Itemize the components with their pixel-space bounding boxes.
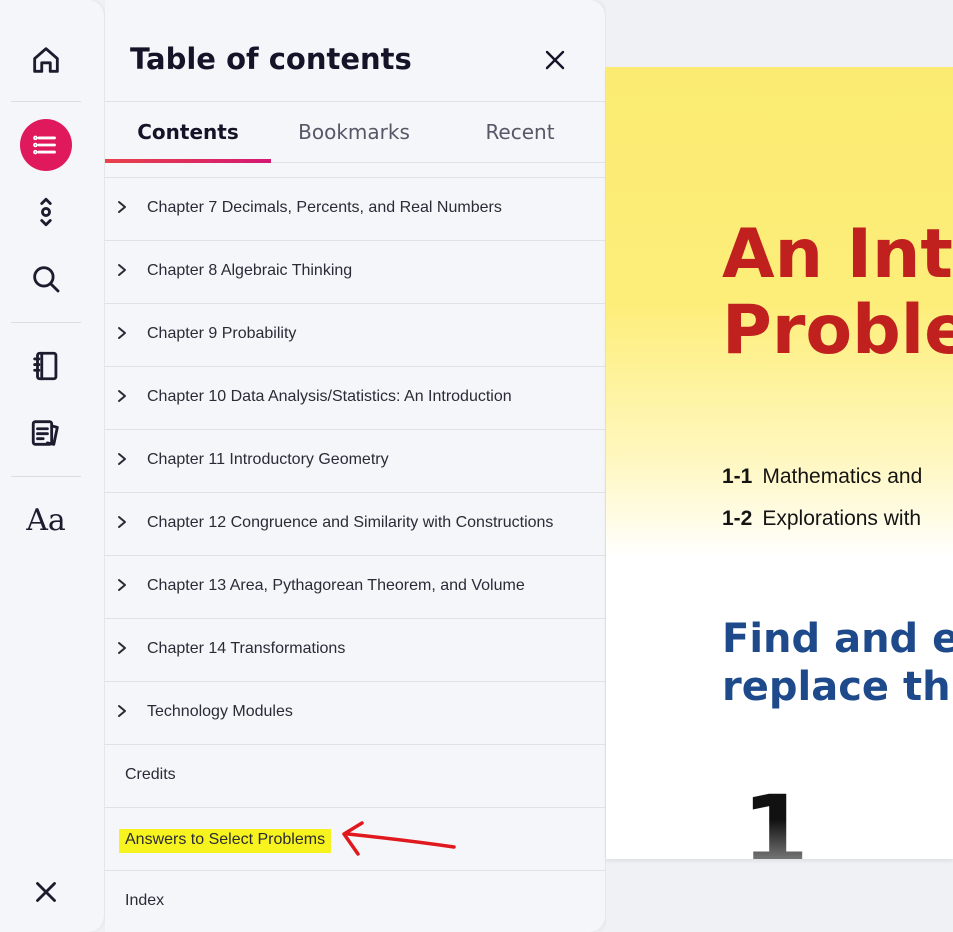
toc-list: Chapter 7 Decimals, Percents, and Real N… [105,177,605,932]
toc-item-label: Index [125,892,165,909]
tab-recent[interactable]: Recent [437,102,603,162]
expand-icon [40,197,52,227]
toc-item-chapter-10[interactable]: Chapter 10 Data Analysis/Statistics: An … [105,366,605,429]
toc-item-label: Credits [125,766,176,783]
toc-item-chapter-9[interactable]: Chapter 9 Probability [105,303,605,366]
rail-divider [11,322,81,323]
chevron-right-icon[interactable] [117,641,127,655]
section-entry: 1-2 Explorations with [722,507,922,549]
font-settings-button[interactable]: Aa [20,494,72,546]
tab-contents[interactable]: Contents [105,102,271,162]
book-page: An Intr Proble 1-1 Mathematics and 1-2 Exp… [606,67,953,859]
toc-item-label: Chapter 11 Introductory Geometry [147,451,389,468]
book-page-viewer: An Intr Proble 1-1 Mathematics and 1-2 Exp… [606,1,953,932]
flashcards-button[interactable] [20,407,72,459]
annotation-arrow-icon [342,821,456,856]
section-number: 1-1 [722,465,753,488]
toc-item-technology-modules[interactable]: Technology Modules [105,681,605,744]
search-icon [33,266,60,293]
active-tab-indicator [105,159,271,163]
chevron-right-icon[interactable] [117,389,127,403]
tab-bar: Contents Bookmarks Recent [105,101,605,163]
toc-item-index[interactable]: Index [105,870,605,932]
close-panel-button[interactable] [538,43,572,77]
section-title: Mathematics and [762,465,923,488]
notebook-icon [33,351,58,381]
home-button[interactable] [20,34,72,86]
expand-collapse-button[interactable] [20,186,72,238]
notebook-button[interactable] [20,340,72,392]
rail-divider [11,101,81,102]
toc-item-chapter-12[interactable]: Chapter 12 Congruence and Similarity wit… [105,492,605,555]
toc-item-label: Chapter 12 Congruence and Similarity wit… [147,514,554,531]
section-title: Explorations with [762,507,922,530]
home-icon [33,47,59,73]
section-entry: 1-1 Mathematics and [722,465,922,507]
panel-title: Table of contents [130,42,412,76]
toc-item-label: Chapter 10 Data Analysis/Statistics: An … [147,388,512,405]
chevron-right-icon[interactable] [117,578,127,592]
page-large-digit: 1 [742,775,809,859]
chapter-title: An Intr Proble [722,215,953,370]
chevron-right-icon[interactable] [117,515,127,529]
close-icon [545,50,565,70]
left-rail: Aa [0,0,104,932]
toc-item-chapter-8[interactable]: Chapter 8 Algebraic Thinking [105,240,605,303]
toc-item-label: Chapter 9 Probability [147,325,297,342]
toc-item-label: Chapter 7 Decimals, Percents, and Real N… [147,199,502,216]
section-list: 1-1 Mathematics and 1-2 Explorations with [722,465,922,549]
chevron-right-icon[interactable] [117,263,127,277]
flashcard-icon [31,420,59,446]
toc-item-label: Chapter 13 Area, Pythagorean Theorem, an… [147,577,525,594]
page-heading: Find and e replace th [722,616,953,710]
toc-item-label: Technology Modules [147,703,293,720]
font-size-icon: Aa [26,502,66,538]
chevron-right-icon[interactable] [117,704,127,718]
toc-item-label: Chapter 14 Transformations [147,640,346,657]
toc-item-label: Chapter 8 Algebraic Thinking [147,262,353,279]
table-of-contents-panel: Table of contents Contents Bookmarks Rec… [105,0,605,932]
tab-bookmarks[interactable]: Bookmarks [271,102,437,162]
table-of-contents-button[interactable] [20,119,72,171]
toc-item-chapter-7[interactable]: Chapter 7 Decimals, Percents, and Real N… [105,177,605,240]
toc-item-label-highlighted: Answers to Select Problems [119,829,332,853]
chevron-right-icon[interactable] [117,452,127,466]
toc-item-credits[interactable]: Credits [105,744,605,807]
toc-item-chapter-11[interactable]: Chapter 11 Introductory Geometry [105,429,605,492]
chevron-right-icon[interactable] [117,326,127,340]
search-button[interactable] [20,253,72,305]
list-icon [33,135,56,155]
toc-item-chapter-14[interactable]: Chapter 14 Transformations [105,618,605,681]
section-number: 1-2 [722,507,753,530]
close-icon [36,882,56,902]
chevron-right-icon[interactable] [117,200,127,214]
close-rail-button[interactable] [20,866,72,918]
rail-divider [11,476,81,477]
toc-item-chapter-13[interactable]: Chapter 13 Area, Pythagorean Theorem, an… [105,555,605,618]
